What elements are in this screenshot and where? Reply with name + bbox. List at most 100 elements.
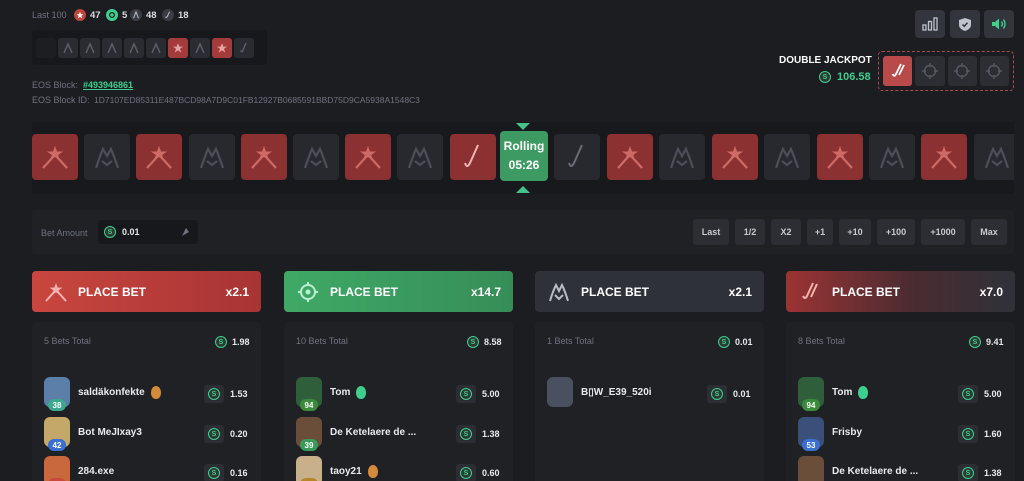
crosshair-icon <box>986 63 1003 79</box>
rank-badge-icon <box>356 385 367 399</box>
stat-bonus: 5 <box>106 9 127 21</box>
coin-icon: S <box>104 226 116 238</box>
coin-icon: S <box>204 464 224 481</box>
hook-icon <box>798 280 822 304</box>
bet-row: 94 Tom <box>798 377 869 411</box>
avatar[interactable] <box>547 377 573 407</box>
rolling-status: Rolling <box>503 139 545 153</box>
bet-row: B▯W_E39_520i <box>547 377 652 407</box>
hook-tile <box>554 134 600 180</box>
jackpot-tile <box>915 56 945 86</box>
history-tile <box>58 37 78 58</box>
crosshair-icon <box>921 63 938 79</box>
t-icon <box>85 41 95 53</box>
hook-icon <box>239 42 247 52</box>
stat-hook: 18 <box>162 9 189 21</box>
pointer-bottom-icon <box>516 186 530 193</box>
rank-badge-icon <box>367 464 378 478</box>
quick-plus1-button[interactable]: +1 <box>807 219 833 245</box>
ct-tile <box>345 134 391 180</box>
volume-icon <box>992 18 1006 30</box>
crosshair-icon <box>296 280 320 304</box>
ct-tile <box>921 134 967 180</box>
avatar[interactable]: 48 <box>296 456 322 481</box>
stat-ct: 47 <box>74 9 101 21</box>
level-badge: 94 <box>802 399 820 411</box>
level-badge: 42 <box>48 439 66 451</box>
ct-tile <box>32 134 78 180</box>
jackpot-tiles <box>878 51 1014 91</box>
bet-amount: S 1.38 <box>456 425 500 443</box>
place-bet-t-button[interactable]: PLACE BET x2.1 <box>535 271 764 312</box>
eos-block-link[interactable]: #493946861 <box>83 80 133 90</box>
avatar[interactable]: 39 <box>296 417 322 451</box>
t-tile <box>397 134 443 180</box>
eos-block-label: EOS Block: <box>32 80 79 90</box>
ct-tile <box>241 134 287 180</box>
jackpot-tile <box>979 56 1009 86</box>
hook-tile <box>450 134 496 180</box>
quick-plus100-button[interactable]: +100 <box>877 219 915 245</box>
coin-icon: S <box>456 425 476 443</box>
bet-row: 49 284.exe <box>44 456 114 481</box>
avatar[interactable]: 94 <box>296 377 322 411</box>
rank-badge-icon <box>150 385 161 399</box>
bonus-green-icon <box>106 9 118 21</box>
last-100-label: Last 100 <box>32 10 67 20</box>
avatar[interactable]: 53 <box>798 417 824 451</box>
history-tile <box>36 37 56 58</box>
bet-amount: S 0.60 <box>456 464 500 481</box>
clear-icon[interactable] <box>180 227 190 237</box>
quick-double-button[interactable]: X2 <box>771 219 801 245</box>
history-tile <box>212 37 232 58</box>
avatar[interactable]: 49 <box>44 456 70 481</box>
roll-history <box>32 30 267 65</box>
ct-tile <box>817 134 863 180</box>
bettor-name: B▯W_E39_520i <box>581 386 652 398</box>
avatar[interactable]: 94 <box>798 377 824 411</box>
quick-half-button[interactable]: 1/2 <box>735 219 765 245</box>
bettor-name: De Ketelaere de ... <box>832 465 919 477</box>
place-bet-bonus-button[interactable]: PLACE BET x14.7 <box>284 271 513 312</box>
stats-button[interactable] <box>915 10 945 38</box>
bet-amount: S 1.38 <box>958 464 1002 481</box>
rolling-indicator: Rolling 05:26 <box>500 131 548 181</box>
quick-plus10-button[interactable]: +10 <box>839 219 871 245</box>
place-bet-ct-button[interactable]: PLACE BET x2.1 <box>32 271 261 312</box>
coin-icon: S <box>819 71 831 83</box>
t-icon <box>107 41 117 53</box>
hook-icon <box>891 63 905 77</box>
avatar[interactable] <box>798 456 824 481</box>
quick-plus1000-button[interactable]: +1000 <box>921 219 965 245</box>
place-bet-hook-button[interactable]: PLACE BET x7.0 <box>786 271 1015 312</box>
coin-icon: S <box>958 425 978 443</box>
quick-max-button[interactable]: Max <box>971 219 1007 245</box>
bettor-name: De Ketelaere de ... <box>330 426 417 438</box>
fairness-button[interactable] <box>950 10 980 38</box>
history-tile <box>146 37 166 58</box>
quick-last-button[interactable]: Last <box>693 219 729 245</box>
jackpot-tile <box>947 56 977 86</box>
coin-icon: S <box>204 425 224 443</box>
coin-icon: S <box>204 385 224 403</box>
jackpot-title: DOUBLE JACKPOT <box>779 55 872 66</box>
bets-total-label: 8 Bets Total <box>798 336 845 346</box>
avatar[interactable]: 38 <box>44 377 70 411</box>
bets-total-label: 1 Bets Total <box>547 336 594 346</box>
eos-block-id-label: EOS Block ID: <box>32 95 90 105</box>
ct-icon <box>44 280 68 304</box>
sound-button[interactable] <box>984 10 1014 38</box>
bettor-name: Tom <box>832 386 853 398</box>
bet-row: 42 Bot MeJIxay3 <box>44 417 142 451</box>
bets-total-amount: S 8.58 <box>467 336 502 348</box>
t-tile <box>659 134 705 180</box>
ct-icon <box>173 42 183 53</box>
bettor-name: Bot MeJIxay3 <box>78 426 142 438</box>
hook-icon <box>162 9 174 21</box>
coin-icon: S <box>718 336 730 348</box>
bet-amount-input[interactable]: S 0.01 <box>98 220 198 244</box>
history-tile <box>102 37 122 58</box>
avatar[interactable]: 42 <box>44 417 70 451</box>
bet-amount-label: Bet Amount <box>41 228 88 238</box>
rank-badge-icon <box>858 385 869 399</box>
